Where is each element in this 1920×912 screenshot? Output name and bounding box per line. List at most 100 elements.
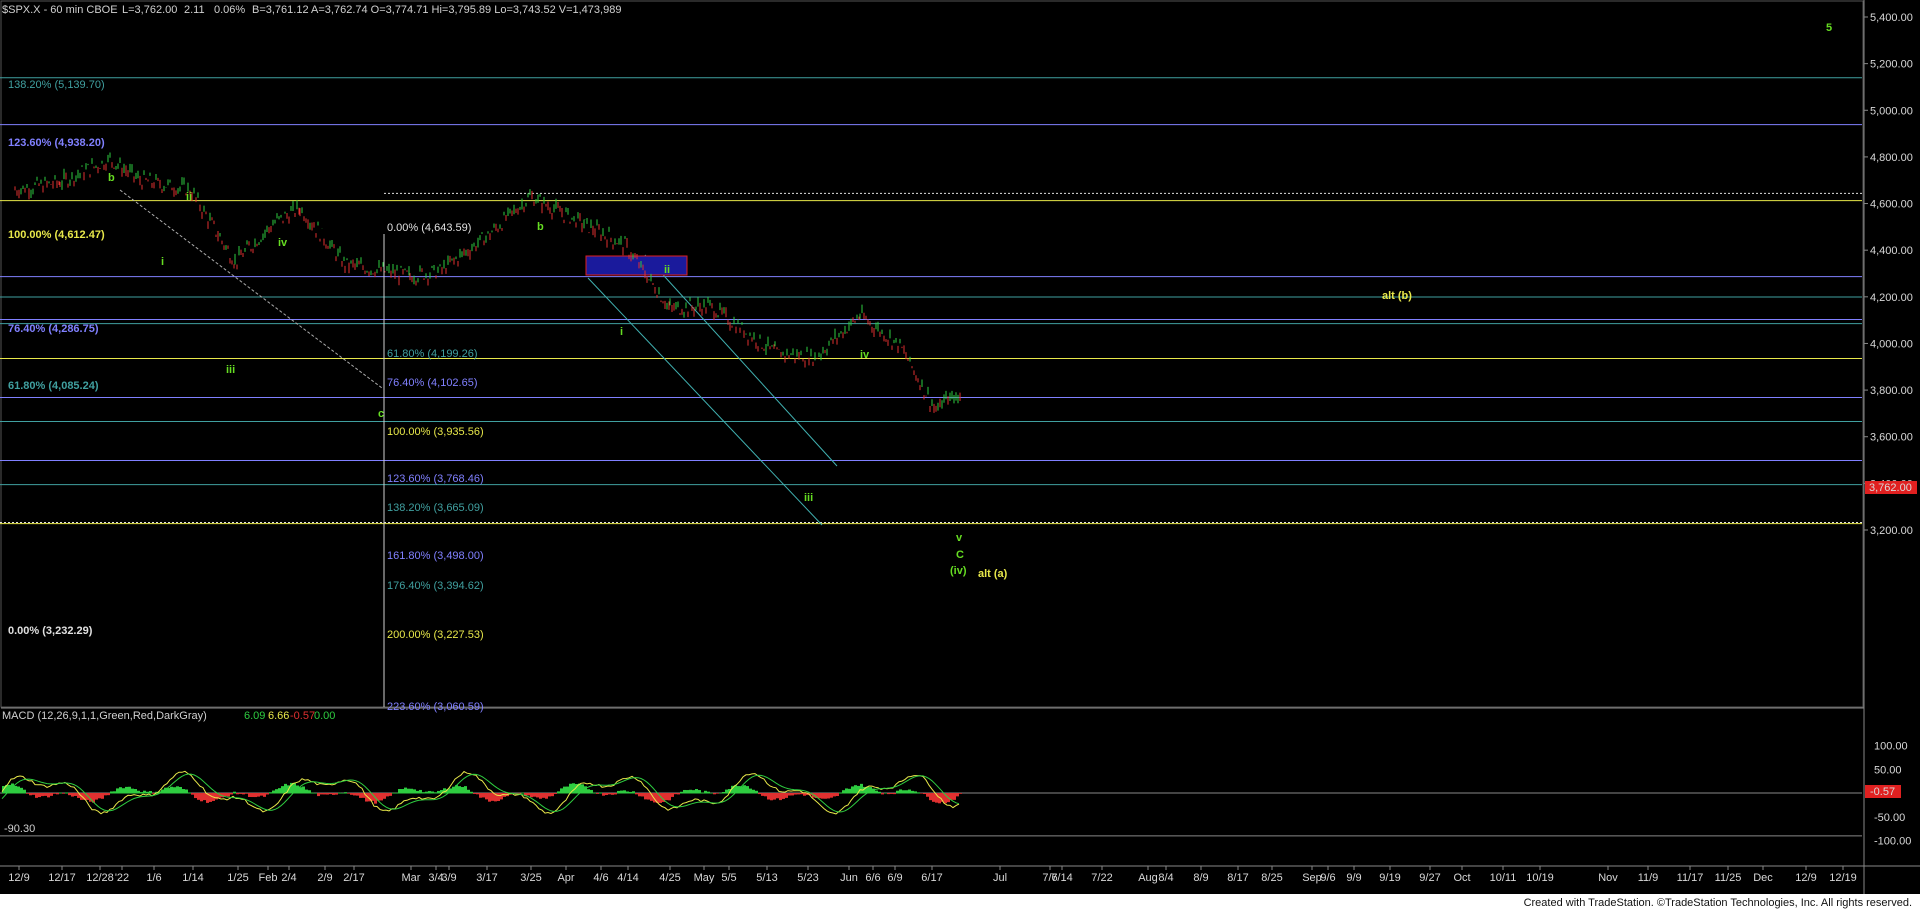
macd-bar bbox=[677, 793, 680, 795]
macd-bar bbox=[98, 793, 101, 799]
price-tick-label: 3,200.00 bbox=[1870, 525, 1913, 537]
macd-bar bbox=[425, 791, 428, 794]
macd-bar bbox=[131, 788, 134, 794]
macd-bar bbox=[689, 789, 692, 794]
fib-label-g618: 61.80% (4,199.26) bbox=[387, 348, 478, 360]
macd-bar bbox=[779, 793, 782, 801]
price-bars bbox=[14, 152, 961, 413]
macd-bar bbox=[29, 793, 32, 796]
date-tick-label: 1/6 bbox=[146, 872, 161, 884]
macd-low-label: -90.30 bbox=[4, 823, 35, 835]
macd-bar bbox=[122, 788, 125, 794]
footer-text: Created with TradeStation. ©TradeStation… bbox=[1523, 897, 1912, 909]
price-tick-label: 4,400.00 bbox=[1870, 245, 1913, 257]
macd-bar bbox=[389, 793, 392, 796]
macd-bar bbox=[350, 793, 353, 795]
macd-bar bbox=[413, 789, 416, 794]
macd-bar bbox=[959, 793, 962, 794]
macd-bar bbox=[335, 793, 338, 795]
macd-tick-label: 100.00 bbox=[1874, 741, 1908, 753]
macd-bar bbox=[902, 790, 905, 794]
macd-bar bbox=[23, 789, 26, 794]
macd-bar bbox=[617, 790, 620, 794]
macd-bar bbox=[614, 793, 617, 795]
macd-bar bbox=[527, 793, 530, 796]
macd-bar bbox=[521, 792, 524, 794]
macd-bar bbox=[899, 789, 902, 794]
date-tick-label: 10/11 bbox=[1490, 872, 1517, 884]
macd-bar bbox=[44, 793, 47, 796]
date-tick-label: 12/19 bbox=[1829, 872, 1857, 884]
wave-i2: i bbox=[620, 326, 623, 338]
macd-bar bbox=[794, 793, 797, 795]
price-tick-label: 4,600.00 bbox=[1870, 199, 1913, 211]
macd-bar bbox=[125, 786, 128, 794]
macd-bar bbox=[878, 791, 881, 794]
macd-bar bbox=[887, 793, 890, 795]
price-chart[interactable]: $SPX.X - 60 min CBOE L=3,762.00 2.11 0.0… bbox=[0, 0, 1920, 894]
macd-bar bbox=[827, 793, 830, 799]
date-tick-label: Mar bbox=[402, 872, 421, 884]
macd-bar bbox=[644, 793, 647, 800]
macd-bar bbox=[716, 793, 719, 794]
macd-bar bbox=[62, 793, 65, 794]
fib-label-138: 138.20% (5,139.70) bbox=[8, 79, 105, 91]
macd-bar bbox=[236, 793, 239, 795]
macd-bar bbox=[671, 793, 674, 797]
date-tick-label: 5/5 bbox=[721, 872, 736, 884]
fib-label-100: 100.00% (4,612.47) bbox=[8, 229, 105, 241]
date-tick-label: Apr bbox=[557, 872, 574, 884]
macd-bar bbox=[119, 787, 122, 794]
macd-bar bbox=[713, 793, 716, 795]
macd-bar bbox=[395, 792, 398, 794]
macd-bar bbox=[401, 789, 404, 794]
macd-bar bbox=[587, 789, 590, 794]
date-tick-label: May bbox=[694, 872, 715, 884]
macd-bar bbox=[410, 788, 413, 794]
macd-bar bbox=[896, 790, 899, 794]
macd-bar bbox=[56, 793, 59, 795]
macd-bar bbox=[488, 793, 491, 802]
macd-bar bbox=[353, 793, 356, 796]
macd-bar bbox=[479, 793, 482, 798]
macd-bar bbox=[482, 793, 485, 798]
macd-bar bbox=[833, 793, 836, 797]
macd-bar bbox=[551, 793, 554, 797]
macd-bar bbox=[314, 792, 317, 794]
macd-bar bbox=[95, 793, 98, 800]
date-tick-label: 12/9 bbox=[1795, 872, 1816, 884]
macd-bar bbox=[386, 793, 389, 797]
macd-bar bbox=[632, 791, 635, 794]
macd-tick-label: -100.00 bbox=[1874, 836, 1911, 848]
macd-bar bbox=[332, 793, 335, 795]
macd-bar bbox=[134, 789, 137, 794]
macd-bar bbox=[830, 793, 833, 798]
price-tick-label: 3,800.00 bbox=[1870, 385, 1913, 397]
macd-v3: -0.57 bbox=[290, 710, 315, 722]
macd-bar bbox=[536, 793, 539, 798]
macd-bar bbox=[926, 793, 929, 797]
macd-bar bbox=[770, 793, 773, 801]
date-tick-label: Aug bbox=[1138, 872, 1158, 884]
macd-bar bbox=[308, 790, 311, 794]
date-tick-label: Sep bbox=[1302, 872, 1322, 884]
macd-bar bbox=[200, 793, 203, 802]
macd-bar bbox=[683, 789, 686, 794]
macd-bar bbox=[239, 793, 242, 794]
macd-bar bbox=[590, 789, 593, 794]
macd-bar bbox=[143, 790, 146, 794]
macd-bar bbox=[773, 793, 776, 800]
date-tick-label: Jun bbox=[840, 872, 858, 884]
macd-bar bbox=[782, 793, 785, 799]
macd-bar bbox=[107, 793, 110, 796]
macd-bar bbox=[485, 793, 488, 800]
macd-bar bbox=[533, 793, 536, 797]
date-tick-label: 5/13 bbox=[756, 872, 777, 884]
macd-histogram bbox=[2, 782, 962, 804]
date-tick-label: 8/9 bbox=[1193, 872, 1208, 884]
macd-bar bbox=[956, 793, 959, 797]
macd-bar bbox=[191, 793, 194, 795]
macd-bar bbox=[932, 793, 935, 802]
fib-label-g1382: 138.20% (3,665.09) bbox=[387, 502, 484, 514]
macd-bar bbox=[329, 793, 332, 795]
